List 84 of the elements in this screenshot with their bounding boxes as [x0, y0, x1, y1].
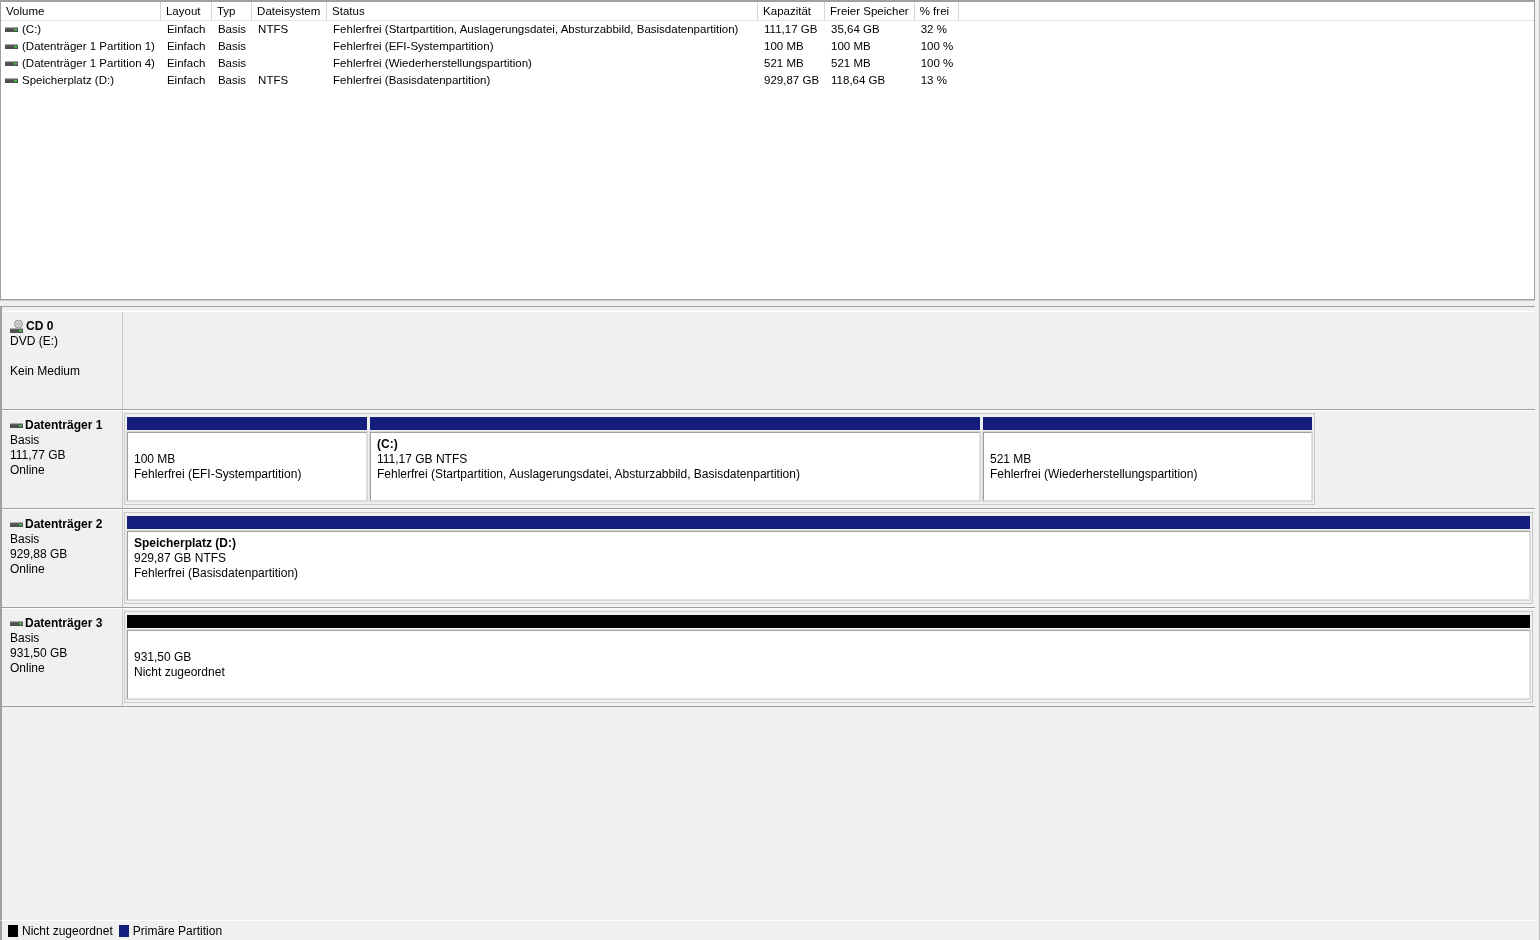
table-cell-text: Basis — [216, 39, 248, 54]
table-cell-text: 100 % — [919, 39, 955, 54]
table-cell-text: Basis — [216, 56, 248, 71]
table-cell-text: NTFS — [257, 22, 290, 37]
table-cell-text: Fehlerfrei (EFI-Systempartition) — [332, 39, 495, 54]
table-cell-text: Fehlerfrei (Basisdatenpartition) — [332, 73, 492, 88]
partition-size: 521 MB — [990, 452, 1032, 467]
disk-name: CD 0 — [26, 319, 54, 334]
legend-label: Primäre Partition — [132, 923, 223, 938]
disk-type: Basis — [10, 532, 40, 547]
disk-info-panel[interactable]: Datenträger 1 Basis 111,77 GB Online — [2, 411, 123, 508]
disk-info-panel[interactable]: Datenträger 3 Basis 931,50 GB Online — [2, 609, 123, 706]
partition-box[interactable]: 521 MB Fehlerfrei (Wiederherstellungspartition) — [983, 432, 1312, 501]
partition-status: Fehlerfrei (Startpartition, Auslagerungsdatei, Absturzabbild, Basisdatenpartition) — [377, 467, 800, 482]
disk-name: Datenträger 2 — [25, 517, 103, 532]
disk-status: Kein Medium — [10, 364, 81, 379]
disk-status: Online — [10, 562, 45, 577]
table-cell-text: (Datenträger 1 Partition 4) — [22, 56, 155, 71]
partition-box[interactable]: 100 MB Fehlerfrei (EFI-Systempartition) — [127, 432, 367, 501]
drive-icon — [10, 621, 23, 626]
disk-type: Basis — [10, 631, 40, 646]
table-cell-text: Einfach — [165, 73, 207, 88]
drive-icon — [10, 423, 23, 428]
partition-status: Nicht zugeordnet — [134, 665, 225, 680]
partition-label: Speicherplatz (D:) — [134, 536, 236, 551]
partition-status: Fehlerfrei (Basisdatenpartition) — [134, 566, 299, 581]
table-cell-text: 35,64 GB — [830, 22, 881, 37]
partition-box[interactable]: 931,50 GB Nicht zugeordnet — [127, 630, 1530, 699]
table-cell-text: 32 % — [919, 22, 948, 37]
disk-status: Online — [10, 661, 45, 676]
table-cell-text: Basis — [216, 73, 248, 88]
table-cell-text: 100 MB — [830, 39, 872, 54]
disk-info-panel[interactable]: CD 0 DVD (E:) Kein Medium — [2, 312, 123, 409]
drive-icon — [5, 44, 18, 49]
disk-size: 929,88 GB — [10, 547, 68, 562]
column-header[interactable]: Layout — [160, 2, 212, 21]
table-cell-text: 100 MB — [763, 39, 805, 54]
legend-label: Nicht zugeordnet — [22, 923, 113, 938]
table-cell-text: Einfach — [165, 39, 207, 54]
table-cell-text: 118,64 GB — [830, 73, 887, 88]
table-cell-text: Basis — [216, 22, 248, 37]
table-cell-text: Einfach — [165, 22, 207, 37]
partition-size: 929,87 GB NTFS — [134, 551, 227, 566]
drive-icon — [5, 61, 18, 66]
drive-icon — [10, 522, 23, 527]
disk-type: DVD (E:) — [10, 334, 58, 349]
partition-status: Fehlerfrei (EFI-Systempartition) — [134, 467, 302, 482]
partition-label: (C:) — [377, 437, 398, 452]
table-cell-text: Fehlerfrei (Wiederherstellungspartition) — [332, 56, 533, 71]
partition-status: Fehlerfrei (Wiederherstellungspartition) — [990, 467, 1198, 482]
column-header[interactable]: Status — [327, 2, 759, 21]
disk-size: 931,50 GB — [10, 646, 68, 661]
table-cell-text: NTFS — [257, 73, 290, 88]
partition-box[interactable]: Speicherplatz (D:) 929,87 GB NTFS Fehlerfrei (Basisdatenpartition) — [127, 531, 1530, 600]
column-header[interactable]: Volume — [1, 2, 161, 21]
partition-box[interactable]: (C:) 111,17 GB NTFS Fehlerfrei (Startpartition, Auslagerungsdatei, Absturzabbild, Basisdatenpartition) — [370, 432, 980, 501]
column-header[interactable]: Typ — [211, 2, 253, 21]
table-cell-text: 13 % — [919, 73, 948, 88]
table-cell-text: Fehlerfrei (Startpartition, Auslagerungsdatei, Absturzabbild, Basisdatenpartition) — [332, 22, 740, 37]
partition-size: 111,17 GB NTFS — [377, 452, 468, 467]
column-header[interactable]: Freier Speicher — [825, 2, 915, 21]
disc-drive-icon — [10, 320, 24, 333]
column-header[interactable]: Kapazität — [758, 2, 826, 21]
table-cell-text: Speicherplatz (D:) — [22, 73, 115, 88]
partition-size: 931,50 GB — [134, 650, 192, 665]
table-cell-text: 100 % — [919, 56, 955, 71]
table-cell-text: 521 MB — [763, 56, 805, 71]
column-header[interactable]: % frei — [914, 2, 960, 21]
drive-icon — [5, 78, 18, 83]
drive-icon — [5, 27, 18, 32]
table-cell-text: 111,17 GB — [763, 22, 819, 37]
disk-name: Datenträger 3 — [25, 616, 103, 631]
disk-name: Datenträger 1 — [25, 418, 103, 433]
disk-type: Basis — [10, 433, 40, 448]
table-cell-text: 521 MB — [830, 56, 872, 71]
table-cell-text: (Datenträger 1 Partition 1) — [22, 39, 155, 54]
partition-size: 100 MB — [134, 452, 176, 467]
table-cell-text: (C:) — [22, 22, 42, 37]
disk-size: 111,77 GB — [10, 448, 66, 463]
disk-status: Online — [10, 463, 45, 478]
column-header[interactable]: Dateisystem — [252, 2, 328, 21]
table-cell-text: Einfach — [165, 56, 207, 71]
disk-info-panel[interactable]: Datenträger 2 Basis 929,88 GB Online — [2, 510, 123, 607]
table-cell-text: 929,87 GB — [763, 73, 821, 88]
